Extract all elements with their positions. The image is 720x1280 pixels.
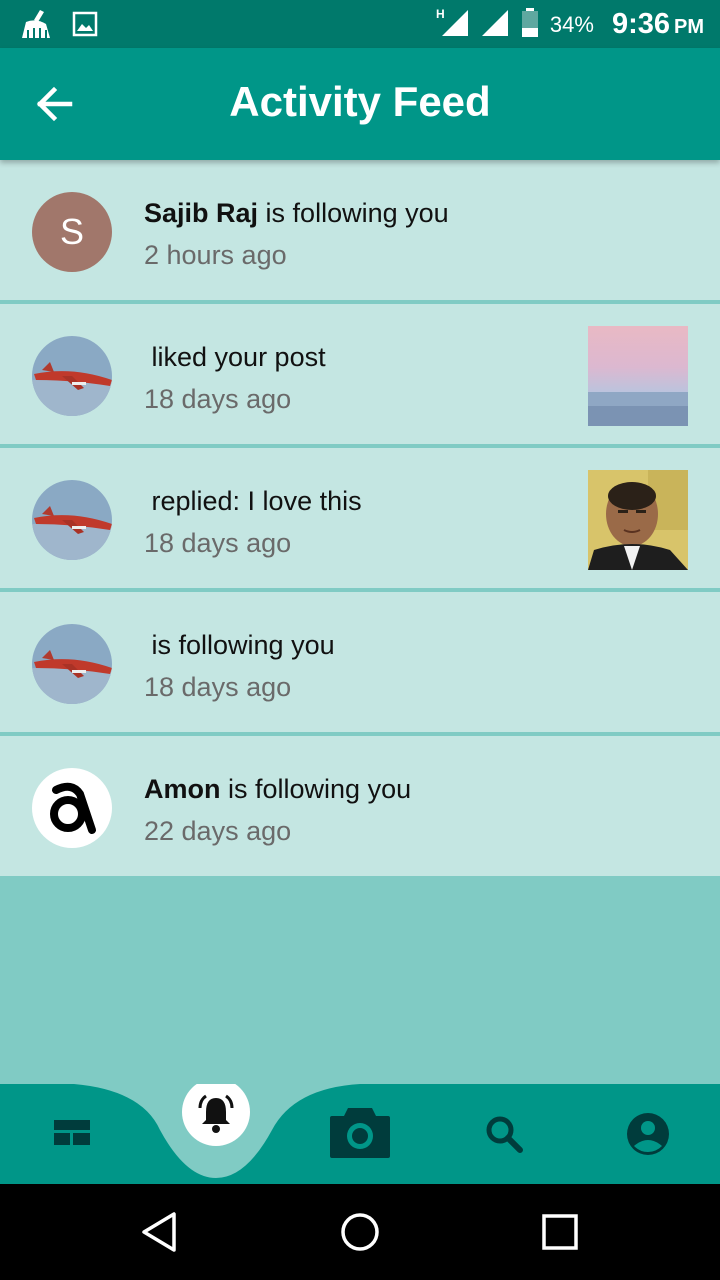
- avatar[interactable]: [32, 480, 112, 560]
- feed-action: is following you: [220, 774, 412, 804]
- airplane-avatar-image: [32, 624, 112, 704]
- feed-item[interactable]: Amon is following you 22 days ago: [0, 736, 720, 880]
- feed-timestamp: 2 hours ago: [144, 240, 287, 270]
- bell-icon: [198, 1094, 234, 1133]
- system-recents-button[interactable]: [536, 1208, 584, 1256]
- circle-home-icon: [341, 1213, 379, 1251]
- signal-h-label: H: [436, 7, 445, 21]
- cleaner-icon: [20, 8, 56, 45]
- portrait-image: [588, 470, 688, 570]
- sea-sunset-image: [588, 326, 688, 426]
- clock-ampm: PM: [674, 16, 704, 38]
- account-icon: [627, 1113, 669, 1155]
- search-icon: [486, 1116, 523, 1153]
- feed-action: replied: I love this: [144, 486, 362, 516]
- post-thumbnail[interactable]: [588, 326, 688, 426]
- nav-notifications-button[interactable]: [194, 1092, 238, 1136]
- activity-feed-list: S Sajib Raj is following you 2 hours ago…: [0, 160, 720, 880]
- avatar-letter: S: [60, 211, 84, 252]
- gallery-icon: [72, 11, 98, 42]
- feed-username[interactable]: Amon: [144, 774, 221, 804]
- signal-icon: [480, 6, 510, 43]
- clock-time: 9:36: [611, 8, 670, 40]
- camera-icon: [330, 1108, 390, 1158]
- feed-username[interactable]: Sajib Raj: [144, 198, 258, 228]
- system-back-button[interactable]: [136, 1208, 184, 1256]
- nav-profile-button[interactable]: [626, 1112, 670, 1156]
- system-home-button[interactable]: [336, 1208, 384, 1256]
- airplane-avatar-image: [32, 480, 112, 560]
- bottom-nav: [0, 1084, 720, 1184]
- avatar[interactable]: [32, 624, 112, 704]
- square-recents-icon: [542, 1214, 578, 1250]
- post-thumbnail[interactable]: [588, 470, 688, 570]
- status-bar: H 34% 9:36 PM: [0, 0, 720, 48]
- ampersand-logo-icon: [50, 782, 96, 834]
- nav-timeline-button[interactable]: [50, 1116, 94, 1152]
- feed-timestamp: 18 days ago: [144, 528, 292, 558]
- feed-item[interactable]: replied: I love this 18 days ago: [0, 448, 720, 592]
- avatar[interactable]: [32, 768, 112, 848]
- feed-action: is following you: [144, 630, 335, 660]
- nav-camera-button[interactable]: [328, 1104, 392, 1160]
- triangle-back-icon: [142, 1212, 176, 1252]
- signal-h-icon: H: [436, 6, 470, 43]
- app-bar: Activity Feed: [0, 48, 720, 160]
- avatar[interactable]: S: [32, 192, 112, 272]
- feed-action: is following you: [258, 198, 449, 228]
- feed-timestamp: 22 days ago: [144, 816, 292, 846]
- nav-search-button[interactable]: [484, 1114, 524, 1154]
- feed-action: liked your post: [144, 342, 326, 372]
- battery-percent: 34%: [549, 11, 594, 37]
- battery-icon: [520, 6, 540, 43]
- feed-item[interactable]: S Sajib Raj is following you 2 hours ago: [0, 160, 720, 304]
- avatar[interactable]: [32, 336, 112, 416]
- timeline-icon: [54, 1120, 90, 1145]
- feed-item[interactable]: liked your post 18 days ago: [0, 304, 720, 448]
- feed-timestamp: 18 days ago: [144, 384, 292, 414]
- airplane-avatar-image: [32, 336, 112, 416]
- feed-item[interactable]: is following you 18 days ago: [0, 592, 720, 736]
- system-nav-bar: [0, 1184, 720, 1280]
- page-title: Activity Feed: [229, 78, 491, 125]
- feed-timestamp: 18 days ago: [144, 672, 292, 702]
